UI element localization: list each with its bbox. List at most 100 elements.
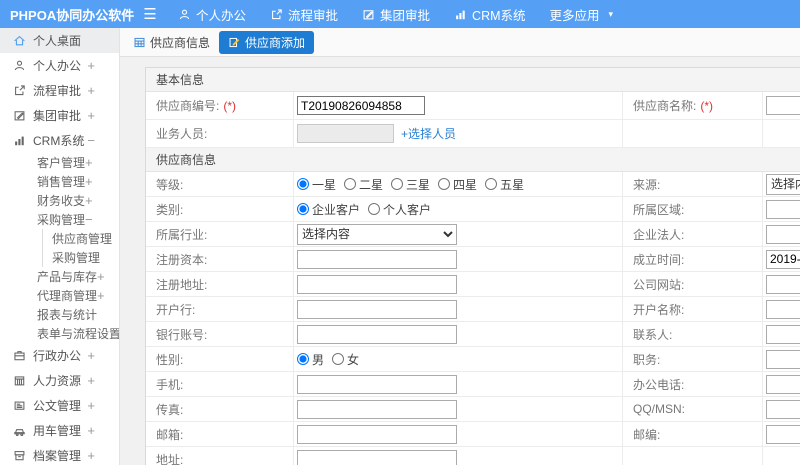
form-label-cell: 业务人员:: [146, 120, 294, 147]
form-row: 银行账号: 联系人:: [146, 322, 800, 347]
nav-item-personal-office[interactable]: 个人办公: [178, 5, 246, 24]
sidebar-item-crm-system[interactable]: CRM系统 −: [0, 128, 119, 153]
input-contact-person[interactable]: [766, 324, 800, 344]
radio-level-4[interactable]: [485, 178, 498, 190]
radio-option-gender-1[interactable]: 女: [332, 351, 359, 368]
sidebar-item-finance[interactable]: 财务收支 +: [0, 191, 119, 210]
radio-option-level-1[interactable]: 二星: [344, 176, 383, 193]
input-account-name[interactable]: [766, 299, 800, 319]
collapse-minus-icon[interactable]: −: [87, 133, 95, 148]
sidebar-item-purchase-mgmt-sub[interactable]: 采购管理: [42, 248, 119, 267]
nav-item-workflow-approval[interactable]: 流程审批: [270, 5, 338, 24]
input-legal-person[interactable]: [766, 224, 800, 244]
form-field-cell: [763, 297, 800, 321]
form-label-cell: 公司网站:: [623, 272, 763, 296]
radio-option-category-1[interactable]: 个人客户: [368, 201, 431, 218]
expand-plus-icon[interactable]: +: [87, 108, 95, 123]
field-label-account-name: 开户名称:: [633, 302, 685, 317]
chart-icon: [454, 8, 467, 21]
expand-plus-icon[interactable]: +: [87, 373, 95, 388]
radio-category-1[interactable]: [368, 203, 381, 215]
input-registered-address[interactable]: [297, 274, 457, 294]
sidebar-item-reports-stats[interactable]: 报表与统计: [0, 305, 119, 324]
tab-supplier-add[interactable]: 供应商添加: [219, 30, 315, 54]
sidebar-item-archive-mgmt[interactable]: 档案管理 +: [0, 443, 119, 465]
sidebar-item-agent-mgmt[interactable]: 代理商管理 +: [0, 286, 119, 305]
sidebar-item-purchase-mgmt[interactable]: 采购管理 −: [0, 210, 119, 229]
expand-plus-icon[interactable]: +: [87, 83, 95, 98]
radio-gender-1[interactable]: [332, 353, 345, 365]
input-office-phone[interactable]: [766, 374, 800, 394]
form-field-cell: [294, 92, 623, 119]
input-qq-msn[interactable]: [766, 399, 800, 419]
input-supplier-code[interactable]: [297, 96, 425, 115]
sidebar-item-form-flow-settings[interactable]: 表单与流程设置+: [0, 324, 119, 343]
sidebar-item-label: 档案管理: [33, 449, 82, 463]
expand-plus-icon[interactable]: +: [85, 174, 93, 189]
input-founded-date[interactable]: [766, 249, 800, 269]
expand-plus-icon[interactable]: +: [87, 58, 95, 73]
sidebar-item-personal-desktop[interactable]: 个人桌面: [0, 28, 119, 53]
input-business-staff[interactable]: [297, 124, 394, 143]
input-fax[interactable]: [297, 399, 457, 419]
radio-option-level-3[interactable]: 四星: [438, 176, 477, 193]
expand-plus-icon[interactable]: +: [85, 193, 93, 208]
radio-option-level-0[interactable]: 一星: [297, 176, 336, 193]
radio-level-2[interactable]: [391, 178, 404, 190]
collapse-minus-icon[interactable]: −: [85, 212, 93, 227]
radio-level-1[interactable]: [344, 178, 357, 190]
user-icon: [178, 8, 191, 21]
sidebar-item-workflow-approval[interactable]: 流程审批 +: [0, 78, 119, 103]
expand-plus-icon[interactable]: +: [97, 269, 105, 284]
expand-plus-icon[interactable]: +: [87, 423, 95, 438]
radio-level-0[interactable]: [297, 178, 309, 190]
nav-item-group-approval[interactable]: 集团审批: [362, 5, 430, 24]
radio-option-category-0[interactable]: 企业客户: [297, 201, 360, 218]
nav-item-label: 更多应用: [549, 8, 600, 23]
sidebar-item-admin-office[interactable]: 行政办公 +: [0, 343, 119, 368]
nav-item-crm-system[interactable]: CRM系统: [454, 5, 526, 24]
input-bank-account[interactable]: [297, 324, 457, 344]
radio-category-0[interactable]: [297, 203, 309, 215]
input-region[interactable]: [766, 199, 800, 219]
radio-option-level-4[interactable]: 五星: [485, 176, 524, 193]
sidebar-item-sales-mgmt[interactable]: 销售管理 +: [0, 172, 119, 191]
sidebar-item-group-approval[interactable]: 集团审批 +: [0, 103, 119, 128]
radio-gender-0[interactable]: [297, 353, 309, 365]
sidebar-item-supplier-mgmt[interactable]: 供应商管理: [42, 229, 119, 248]
tab-supplier-info[interactable]: 供应商信息: [133, 34, 210, 51]
radio-option-gender-0[interactable]: 男: [297, 351, 324, 368]
sidebar-item-vehicle-mgmt[interactable]: 用车管理 +: [0, 418, 119, 443]
expand-plus-icon[interactable]: +: [87, 448, 95, 463]
expand-plus-icon[interactable]: +: [87, 348, 95, 363]
input-supplier-name[interactable]: [766, 96, 800, 115]
sidebar-item-hr[interactable]: 人力资源 +: [0, 368, 119, 393]
select-industry[interactable]: 选择内容: [297, 223, 457, 245]
menu-toggle-icon[interactable]: ☰: [136, 5, 164, 23]
radio-level-3[interactable]: [438, 178, 451, 190]
share-icon: [13, 84, 26, 97]
radio-option-level-2[interactable]: 三星: [391, 176, 430, 193]
input-position[interactable]: [766, 349, 800, 369]
expand-plus-icon[interactable]: +: [87, 398, 95, 413]
select-source[interactable]: 选择内容: [766, 173, 800, 195]
input-mobile[interactable]: [297, 374, 457, 394]
form-label-cell: 开户行:: [146, 297, 294, 321]
input-zip-code[interactable]: [766, 424, 800, 444]
nav-item-more-apps[interactable]: 更多应用 ▾: [550, 5, 614, 24]
expand-plus-icon[interactable]: +: [85, 155, 93, 170]
input-bank-branch[interactable]: [297, 299, 457, 319]
input-website[interactable]: [766, 274, 800, 294]
form-row: 供应商编号:(*)供应商名称:(*): [146, 92, 800, 120]
input-registered-capital[interactable]: [297, 249, 457, 269]
field-label-level: 等级:: [156, 177, 184, 192]
sidebar-item-personal-office[interactable]: 个人办公 +: [0, 53, 119, 78]
sidebar-item-product-inventory[interactable]: 产品与库存 +: [0, 267, 119, 286]
expand-plus-icon[interactable]: +: [97, 288, 105, 303]
select-person-link[interactable]: +选择人员: [401, 125, 456, 142]
input-address[interactable]: [297, 449, 457, 465]
input-email[interactable]: [297, 424, 457, 444]
sidebar-item-customer-mgmt[interactable]: 客户管理 +: [0, 153, 119, 172]
sidebar-item-official-docs[interactable]: 公文管理 +: [0, 393, 119, 418]
form-label-cell: 职务:: [623, 347, 763, 371]
